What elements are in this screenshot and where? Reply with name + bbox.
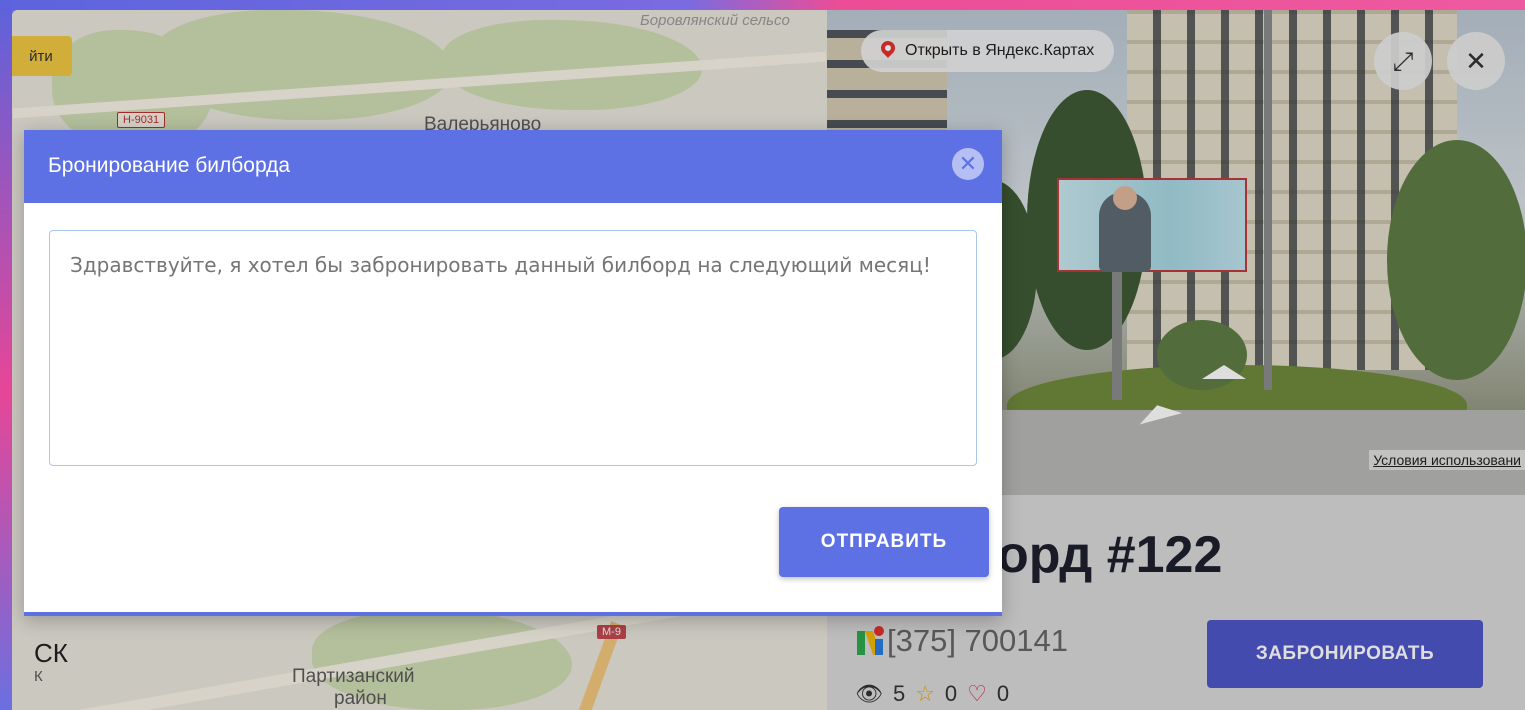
- decorative-frame-left: [0, 0, 12, 710]
- billboard-viewer: йти Н-9031 М-9 Валерьяново Боровлянский …: [12, 10, 1525, 710]
- booking-modal: Бронирование билборда ✕ ОТПРАВИТЬ: [24, 130, 1002, 616]
- modal-bottom-border: [24, 612, 1002, 616]
- send-button[interactable]: ОТПРАВИТЬ: [779, 507, 989, 577]
- modal-header: Бронирование билборда ✕: [24, 130, 1002, 203]
- modal-close-icon[interactable]: ✕: [952, 148, 984, 180]
- message-textarea[interactable]: [49, 230, 977, 466]
- decorative-frame-top: [0, 0, 1525, 10]
- modal-title: Бронирование билборда: [48, 154, 291, 177]
